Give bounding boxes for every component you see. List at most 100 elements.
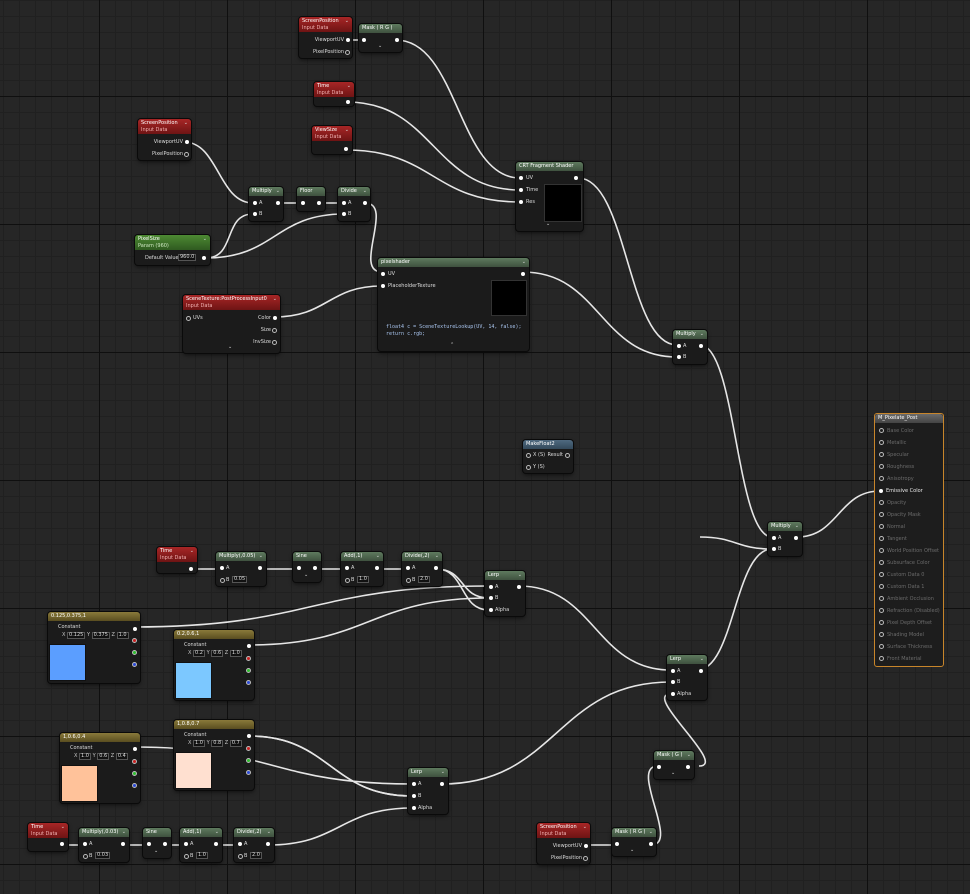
output-pin[interactable] xyxy=(699,344,703,348)
chevron-down-icon[interactable]: ⌄ xyxy=(518,571,522,580)
divide-node-1[interactable]: Divide ⌄ A B xyxy=(338,187,370,221)
multiply-003-node[interactable]: Multiply(,0.03) ⌄ A B 0.03 xyxy=(79,828,129,862)
constant-blue-node[interactable]: 0.125,0.375,1 Constant X 0.125 Y 0.375 Z… xyxy=(48,612,140,683)
chevron-down-icon[interactable]: ⌄ xyxy=(649,828,653,837)
wire-25[interactable] xyxy=(696,548,773,671)
input-pin-a[interactable] xyxy=(489,585,493,589)
mask-rg-node-top[interactable]: Mask ( R G ) ⌄ xyxy=(359,24,402,52)
output-pin[interactable] xyxy=(214,842,218,846)
input-pin[interactable] xyxy=(301,201,305,205)
output-pin[interactable] xyxy=(574,176,578,180)
input-pin[interactable] xyxy=(879,620,884,625)
screenposition-node-top[interactable]: ScreenPosition Input Data ⌄ ViewportUV Pix… xyxy=(299,17,352,58)
vector-fields[interactable]: X 0.2 Y 0.6 Z 1.0 xyxy=(188,650,242,657)
output-pin-g[interactable] xyxy=(246,668,251,673)
chevron-down-icon[interactable]: ⌄ xyxy=(363,187,367,196)
time-node-bottom[interactable]: Time Input Data ⌄ xyxy=(28,823,68,851)
divide-node-2[interactable]: Divide(,2) ⌄ A B 2.0 xyxy=(402,552,442,586)
output-pin[interactable] xyxy=(375,566,379,570)
input-pin-b[interactable] xyxy=(671,680,675,684)
chevron-down-icon[interactable]: ⌄ xyxy=(671,770,675,776)
material-pin[interactable]: Refraction (Disabled) xyxy=(879,608,940,614)
input-pin[interactable] xyxy=(362,38,366,42)
material-pin[interactable]: Anisotropy xyxy=(879,476,914,482)
chevron-down-icon[interactable]: ⌄ xyxy=(154,848,158,854)
b-value-field[interactable]: 2.0 xyxy=(250,852,262,859)
chevron-down-icon[interactable]: ⌄ xyxy=(687,751,691,760)
material-pin[interactable]: Custom Data 0 xyxy=(879,572,924,578)
input-pin-b[interactable] xyxy=(220,578,225,583)
output-pin[interactable] xyxy=(133,627,137,631)
input-pin-placeholdertexture[interactable] xyxy=(381,284,385,288)
time-node-top[interactable]: Time Input Data ⌄ xyxy=(314,82,354,106)
sine-node-2[interactable]: Sine ⌄ xyxy=(143,828,171,858)
chevron-down-icon[interactable]: ⌄ xyxy=(795,522,799,531)
crt-fragment-shader-node[interactable]: CRT Fragment Shader UV Time Res ⌄ xyxy=(516,162,583,231)
output-pin[interactable] xyxy=(521,272,525,276)
wire-3[interactable] xyxy=(345,149,521,203)
input-pin-a[interactable] xyxy=(253,201,257,205)
wire-7[interactable] xyxy=(205,213,254,259)
input-pin[interactable] xyxy=(879,548,884,553)
input-pin-a[interactable] xyxy=(220,566,224,570)
multiply-005-node[interactable]: Multiply(,0.05) ⌄ A B 0.05 xyxy=(216,552,266,586)
output-pin[interactable] xyxy=(363,201,367,205)
output-pin[interactable] xyxy=(346,100,350,104)
output-pin[interactable] xyxy=(266,842,270,846)
output-pin[interactable] xyxy=(345,50,350,55)
vector-fields[interactable]: X 1.0 Y 0.6 Z 0.4 xyxy=(74,753,128,760)
material-output-node[interactable]: M_Pixelate_Post Base Color Metallic Specul… xyxy=(874,413,944,667)
input-pin[interactable] xyxy=(879,560,884,565)
input-pin-b[interactable] xyxy=(345,578,350,583)
constant-lightblue-node[interactable]: 0.2,0.6,1 Constant X 0.2 Y 0.6 Z 1.0 xyxy=(174,630,254,700)
wire-20[interactable] xyxy=(435,568,490,599)
output-pin[interactable] xyxy=(794,536,798,540)
chevron-down-icon[interactable]: ⌄ xyxy=(435,552,439,561)
chevron-down-icon[interactable]: ⌄ xyxy=(267,828,271,837)
input-pin[interactable] xyxy=(879,500,884,505)
wire-34[interactable] xyxy=(267,807,413,846)
output-pin-g[interactable] xyxy=(246,758,251,763)
output-pin[interactable] xyxy=(189,567,193,571)
wire-1[interactable] xyxy=(395,39,521,179)
chevron-down-icon[interactable]: ⌄ xyxy=(630,847,634,853)
output-pin[interactable] xyxy=(247,644,251,648)
input-pin-a[interactable] xyxy=(677,344,681,348)
output-pin[interactable] xyxy=(313,566,317,570)
input-pin-alpha[interactable] xyxy=(489,608,493,612)
input-pin-a[interactable] xyxy=(772,536,776,540)
lerp-node-1[interactable]: Lerp ⌄ A B Alpha xyxy=(485,571,525,616)
input-pin[interactable] xyxy=(879,608,884,613)
material-pin[interactable]: World Position Offset xyxy=(879,548,939,554)
output-pin[interactable] xyxy=(344,147,348,151)
material-pin[interactable]: Opacity Mask xyxy=(879,512,921,518)
wire-22[interactable] xyxy=(248,597,490,646)
output-pin-b[interactable] xyxy=(132,783,137,788)
input-pin[interactable] xyxy=(147,842,151,846)
output-pin-color[interactable] xyxy=(273,316,277,320)
input-pin[interactable] xyxy=(879,572,884,577)
output-pin[interactable] xyxy=(395,38,399,42)
input-pin[interactable] xyxy=(879,476,884,481)
chevron-down-icon[interactable]: ⌄ xyxy=(441,768,445,777)
chevron-down-icon[interactable]: ⌄ xyxy=(184,119,188,127)
chevron-down-icon[interactable]: ⌄ xyxy=(228,344,232,350)
screenposition-node-bottom[interactable]: ScreenPosition Input Data ⌄ ViewportUV Pix… xyxy=(537,823,590,864)
input-pin[interactable] xyxy=(879,440,884,445)
floor-node[interactable]: Floor xyxy=(297,187,325,211)
output-pin[interactable] xyxy=(584,844,588,848)
material-pin[interactable]: Subsurface Color xyxy=(879,560,930,566)
chevron-down-icon[interactable]: ⌄ xyxy=(546,221,550,227)
input-pin-b[interactable] xyxy=(253,212,257,216)
constant-cream-node[interactable]: 1,0.8,0.7 Constant X 1.0 Y 0.8 Z 0.7 xyxy=(174,720,254,790)
wire-12[interactable] xyxy=(522,271,678,358)
input-pin-b[interactable] xyxy=(406,578,411,583)
input-pin-a[interactable] xyxy=(83,842,87,846)
material-pin[interactable]: Tangent xyxy=(879,536,907,542)
output-pin-r[interactable] xyxy=(132,638,137,643)
chevron-down-icon[interactable]: ⌄ xyxy=(122,828,126,837)
wire-11[interactable] xyxy=(577,177,678,346)
vector-fields[interactable]: X 0.125 Y 0.375 Z 1.0 xyxy=(62,632,129,639)
input-pin[interactable] xyxy=(879,524,884,529)
wire-21[interactable] xyxy=(133,585,490,628)
